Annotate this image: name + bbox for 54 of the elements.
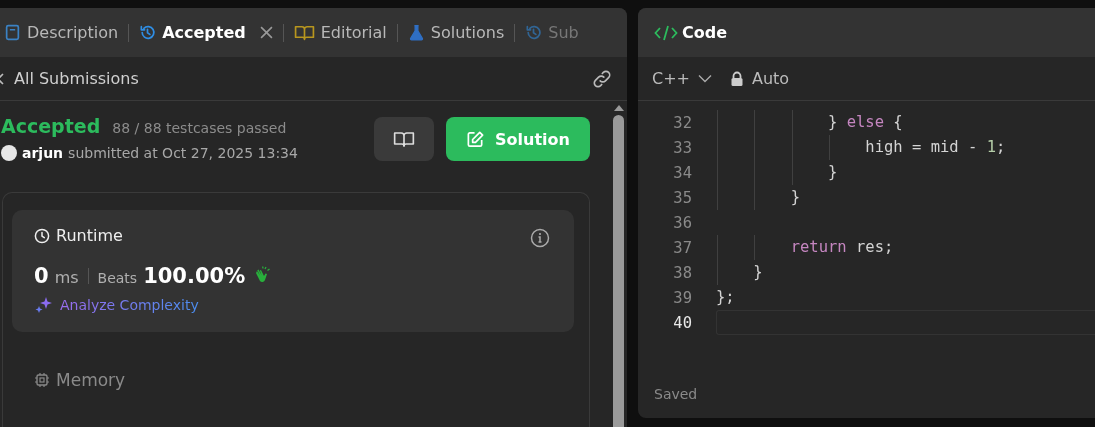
book-button[interactable] [374,117,434,161]
saved-status: Saved [653,386,699,404]
tab[interactable]: Accepted [129,17,283,48]
history-icon [139,24,157,41]
card-title: Memory [56,370,126,390]
info-icon[interactable] [530,228,550,248]
line-number: 38 [672,263,692,282]
runtime-value: 0 [34,264,49,288]
code-line: } else { [826,113,903,131]
status-title: Accepted [1,115,101,137]
line-number: 37 [672,238,692,257]
clock-icon [34,227,50,244]
avatar-icon [1,145,17,161]
line-number: 39 [672,288,692,307]
close-icon[interactable] [259,26,273,39]
history-icon [525,24,543,41]
line-number: 33 [672,138,692,157]
lock-icon [730,70,744,87]
code-icon [654,23,678,42]
line-number: 40 [672,313,692,332]
tab[interactable]: Editorial [283,17,397,48]
flask-icon [407,24,425,41]
tab[interactable]: Solutions [397,17,515,48]
panel-title: Code [682,23,728,42]
chevron-down-icon [698,74,712,83]
beats-percentage: 100.00% [143,264,246,288]
chip-icon [34,372,50,388]
code-line: } [752,263,763,281]
language-dropdown[interactable]: C++ [652,69,712,88]
code-line: return res; [789,238,894,256]
edit-icon [466,129,486,149]
line-number: 35 [672,188,692,207]
sparkle-icon [34,296,54,314]
code-line: high = mid - 1; [864,138,1006,156]
code-line: } [826,163,838,181]
book-icon [393,130,415,148]
subheader-title[interactable]: All Submissions [14,69,585,88]
analyze-complexity-link[interactable]: Analyze Complexity [60,297,199,313]
line-number: 36 [672,213,692,232]
unit-label: ms [54,268,79,287]
scroll-up-icon[interactable] [613,105,624,111]
line-number: 34 [672,163,692,182]
beats-label: Beats [97,270,138,286]
submitted-text: submitted at Oct 27, 2025 13:34 [68,145,298,161]
username[interactable]: arjun [22,145,64,161]
card-title: Runtime [56,226,123,245]
document-icon [4,24,21,41]
code-line: } [789,188,800,206]
mode-label[interactable]: Auto [752,69,790,88]
line-number: 32 [672,113,692,132]
testcases-text: 88 / 88 testcases passed [112,120,287,136]
tab[interactable]: Description [0,17,129,48]
code-line: }; [716,288,735,306]
book-icon [293,24,315,41]
